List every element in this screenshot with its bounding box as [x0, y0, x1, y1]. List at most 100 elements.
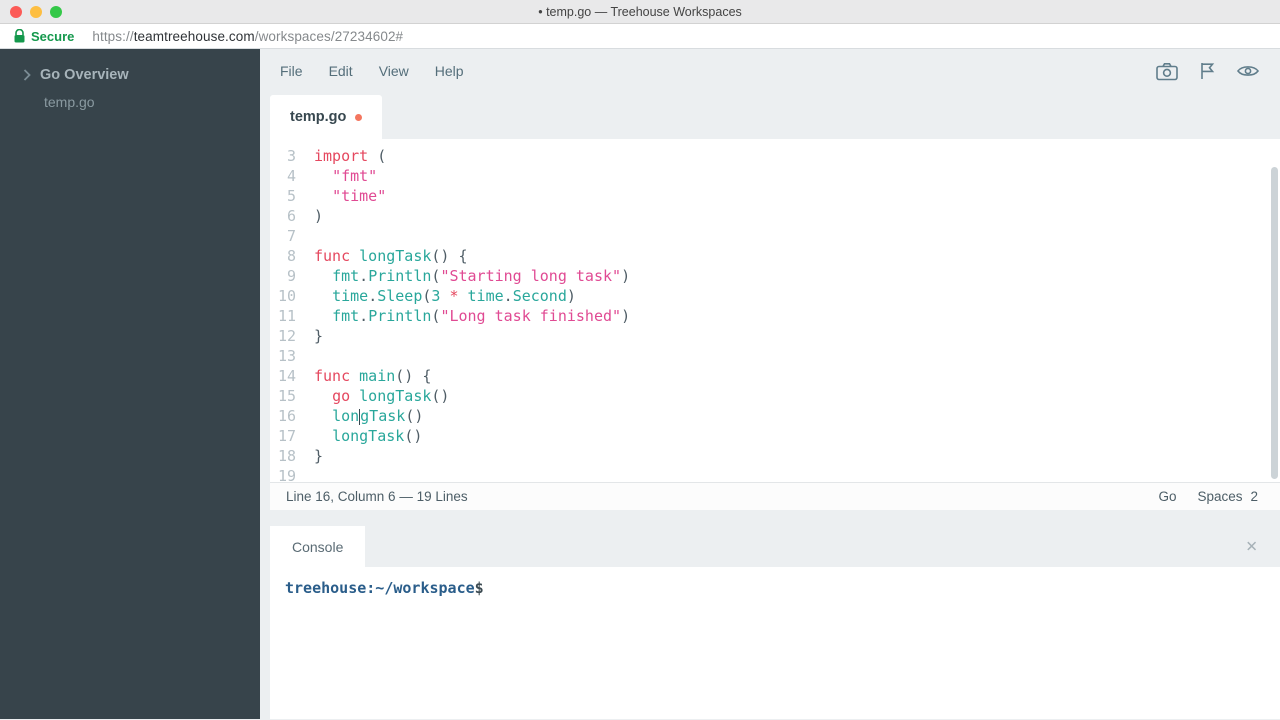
code-text: "fmt" [296, 166, 377, 186]
code-editor[interactable]: 3import (4 "fmt"5 "time"6)78func longTas… [270, 139, 1280, 482]
tab-label: temp.go [290, 109, 346, 125]
code-text: go longTask() [296, 386, 449, 406]
workspace-menubar: File Edit View Help [270, 49, 1280, 93]
zoom-window-button[interactable] [50, 6, 62, 18]
line-number: 4 [270, 166, 296, 186]
terminal-prompt-symbol: $ [475, 579, 484, 597]
code-line[interactable]: 18} [270, 446, 1280, 466]
code-text: func longTask() { [296, 246, 468, 266]
code-line[interactable]: 12} [270, 326, 1280, 346]
url-path: /workspaces/27234602# [255, 29, 403, 44]
menu-edit[interactable]: Edit [329, 63, 353, 79]
menu-view[interactable]: View [379, 63, 409, 79]
line-number: 14 [270, 366, 296, 386]
code-text [296, 226, 314, 246]
code-text: "time" [296, 186, 386, 206]
code-lines: 3import (4 "fmt"5 "time"6)78func longTas… [270, 146, 1280, 482]
line-number: 7 [270, 226, 296, 246]
url-protocol: https:// [92, 29, 133, 44]
file-sidebar: Go Overview temp.go [0, 49, 260, 719]
code-text: longTask() [296, 406, 423, 426]
line-number: 12 [270, 326, 296, 346]
line-number: 3 [270, 146, 296, 166]
line-number: 11 [270, 306, 296, 326]
code-line[interactable]: 14func main() { [270, 366, 1280, 386]
chevron-right-icon [23, 69, 31, 81]
window-titlebar: • temp.go — Treehouse Workspaces [0, 0, 1280, 24]
indent-value: 2 [1250, 489, 1258, 504]
code-text: fmt.Println("Starting long task") [296, 266, 630, 286]
url-text: https://teamtreehouse.com/workspaces/272… [92, 29, 403, 44]
menu-file[interactable]: File [280, 63, 303, 79]
line-number: 9 [270, 266, 296, 286]
editor-scrollbar[interactable] [1271, 167, 1278, 479]
code-line[interactable]: 11 fmt.Println("Long task finished") [270, 306, 1280, 326]
console-terminal[interactable]: treehouse:~/workspace$ [270, 567, 1280, 719]
sidebar-item-go-overview[interactable]: Go Overview [0, 61, 260, 88]
line-number: 5 [270, 186, 296, 206]
address-bar[interactable]: Secure https://teamtreehouse.com/workspa… [0, 24, 1280, 49]
sidebar-item-label: temp.go [44, 94, 95, 110]
code-text: fmt.Println("Long task finished") [296, 306, 630, 326]
line-number: 17 [270, 426, 296, 446]
code-text: time.Sleep(3 * time.Second) [296, 286, 576, 306]
terminal-prompt: treehouse:~/workspace [285, 579, 475, 597]
language-mode[interactable]: Go [1158, 489, 1176, 504]
code-line[interactable]: 7 [270, 226, 1280, 246]
tab-temp-go[interactable]: temp.go [270, 95, 382, 139]
code-line[interactable]: 5 "time" [270, 186, 1280, 206]
eye-icon[interactable] [1236, 63, 1260, 79]
close-window-button[interactable] [10, 6, 22, 18]
toolbar-icons [1156, 62, 1260, 81]
tab-console[interactable]: Console [270, 526, 365, 567]
security-label: Secure [31, 29, 74, 44]
minimize-window-button[interactable] [30, 6, 42, 18]
indent-label: Spaces [1197, 489, 1242, 504]
line-number: 18 [270, 446, 296, 466]
code-line[interactable]: 17 longTask() [270, 426, 1280, 446]
line-number: 10 [270, 286, 296, 306]
camera-icon[interactable] [1156, 62, 1178, 81]
line-number: 19 [270, 466, 296, 482]
line-number: 13 [270, 346, 296, 366]
url-domain: teamtreehouse.com [134, 29, 255, 44]
code-line[interactable]: 19 [270, 466, 1280, 482]
code-line[interactable]: 4 "fmt" [270, 166, 1280, 186]
code-line[interactable]: 9 fmt.Println("Starting long task") [270, 266, 1280, 286]
sidebar-item-temp-go[interactable]: temp.go [0, 88, 260, 115]
line-number: 6 [270, 206, 296, 226]
workspace-content: Go Overview temp.go File Edit View Help [0, 49, 1280, 719]
code-line[interactable]: 10 time.Sleep(3 * time.Second) [270, 286, 1280, 306]
traffic-lights [10, 0, 62, 24]
code-line[interactable]: 16 longTask() [270, 406, 1280, 426]
close-console-icon[interactable]: ✕ [1245, 539, 1258, 554]
panel-gap [270, 510, 1280, 526]
code-line[interactable]: 13 [270, 346, 1280, 366]
code-text: ) [296, 206, 323, 226]
code-text: longTask() [296, 426, 422, 446]
sidebar-item-label: Go Overview [40, 67, 129, 83]
menu-help[interactable]: Help [435, 63, 464, 79]
line-number: 8 [270, 246, 296, 266]
line-number: 16 [270, 406, 296, 426]
code-line[interactable]: 8func longTask() { [270, 246, 1280, 266]
code-text: import ( [296, 146, 386, 166]
code-line[interactable]: 6) [270, 206, 1280, 226]
code-text: func main() { [296, 366, 431, 386]
window-title: • temp.go — Treehouse Workspaces [0, 5, 1280, 19]
console-tab-label: Console [292, 539, 343, 555]
lock-icon [14, 29, 25, 43]
code-text [296, 466, 314, 482]
code-text [296, 346, 314, 366]
code-line[interactable]: 15 go longTask() [270, 386, 1280, 406]
cursor-position: Line 16, Column 6 — 19 Lines [286, 489, 468, 504]
console-tabbar: Console ✕ [270, 526, 1280, 567]
workspace-main: File Edit View Help temp.go [260, 49, 1280, 719]
indent-setting[interactable]: Spaces 2 [1197, 489, 1258, 504]
code-line[interactable]: 3import ( [270, 146, 1280, 166]
editor-statusbar: Line 16, Column 6 — 19 Lines Go Spaces 2 [270, 482, 1280, 510]
editor-tabbar: temp.go [270, 93, 1280, 139]
flag-icon[interactable] [1199, 62, 1215, 80]
line-number: 15 [270, 386, 296, 406]
code-text: } [296, 446, 323, 466]
